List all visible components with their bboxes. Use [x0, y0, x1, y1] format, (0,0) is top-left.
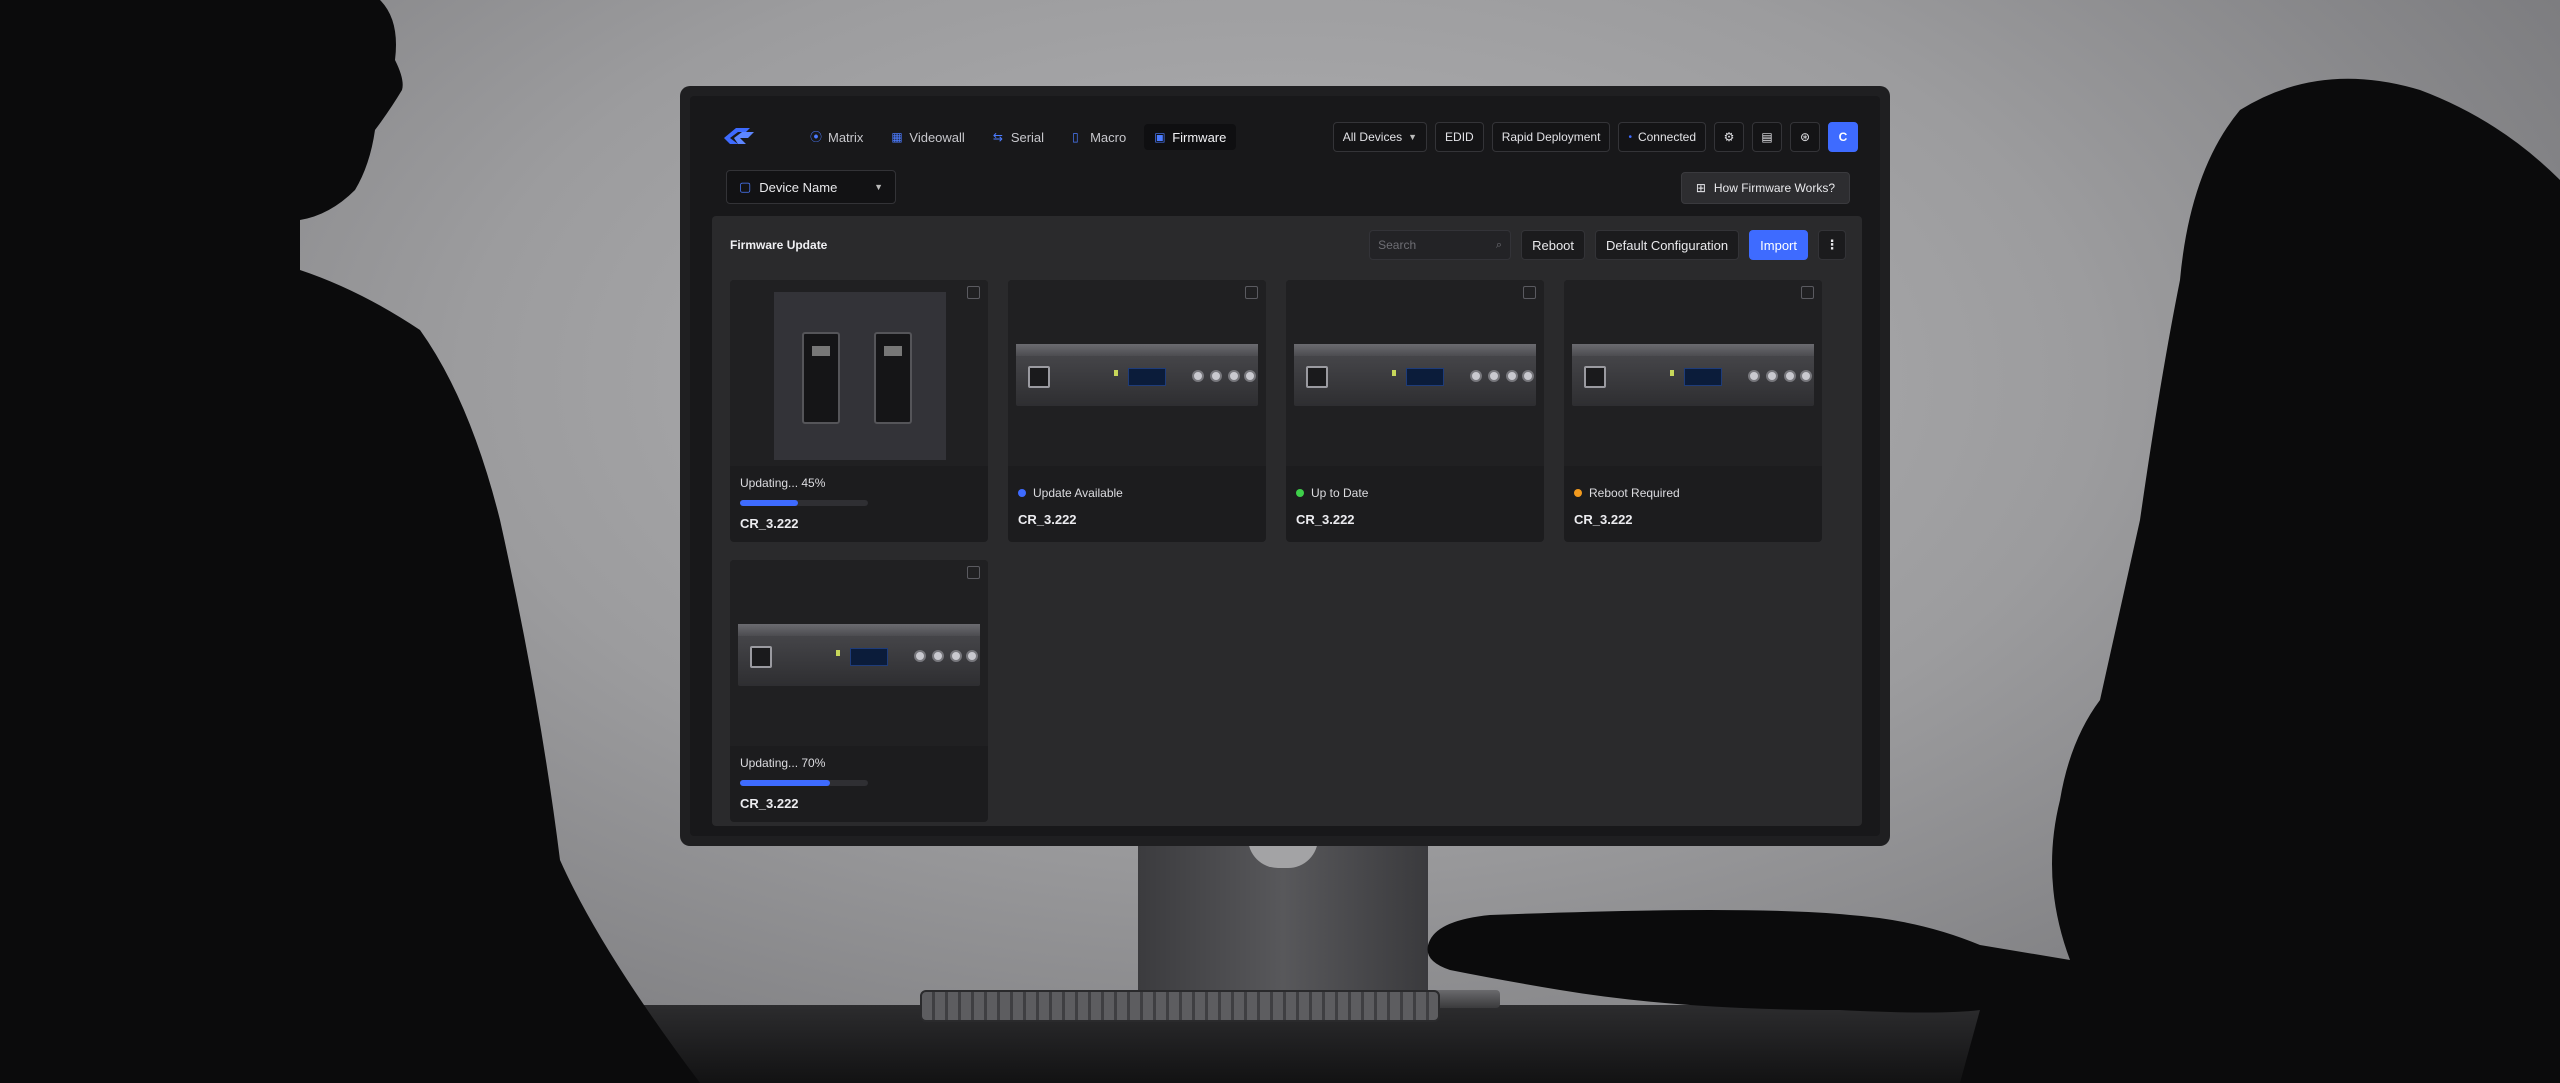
tab-label: Serial: [1010, 129, 1045, 145]
tab-macro[interactable]: ▯ Macro: [1062, 124, 1136, 150]
progress-bar: [740, 500, 868, 506]
photo-scene: ⦿ Matrix ▦ Videowall ⇆ Serial ▯ Macro ▣ …: [0, 0, 2560, 1083]
person-silhouette-right: [1427, 78, 2560, 1083]
all-devices-label: All Devices: [1342, 130, 1403, 144]
select-checkbox[interactable]: [967, 286, 980, 299]
firmware-version: CR_3.222: [740, 516, 799, 531]
tab-label: Macro: [1090, 129, 1127, 145]
status-text: Updating... 70%: [740, 756, 826, 770]
firmware-icon: ▣: [1154, 130, 1166, 144]
tab-videowall[interactable]: ▦ Videowall: [881, 124, 974, 150]
document-icon: ▯: [1072, 130, 1079, 144]
status-label: Updating... 70%: [740, 756, 825, 770]
select-checkbox[interactable]: [967, 566, 980, 579]
device-card[interactable]: Updating... 70% CR_3.222: [730, 560, 988, 822]
wall-module: [874, 332, 912, 424]
firmware-version: CR_3.222: [1018, 512, 1077, 527]
wall-module: [802, 332, 840, 424]
tab-label: Firmware: [1172, 129, 1227, 145]
firmware-version: CR_3.222: [740, 796, 799, 811]
status-dot-icon: [1018, 489, 1026, 497]
chevron-down-icon: ▼: [1408, 132, 1418, 142]
status-text: Up to Date: [1311, 486, 1369, 500]
main-tabs: ⦿ Matrix ▦ Videowall ⇆ Serial ▯ Macro ▣ …: [800, 124, 1237, 150]
serial-icon: ⇆: [992, 130, 1003, 144]
device-card[interactable]: Updating... 45% CR_3.222: [730, 280, 988, 542]
rack-unit-illustration: [738, 624, 980, 686]
device-card[interactable]: Update Available CR_3.222: [1008, 280, 1266, 542]
select-checkbox[interactable]: [1245, 286, 1258, 299]
tab-firmware[interactable]: ▣ Firmware: [1144, 124, 1237, 150]
rack-unit-illustration: [1016, 344, 1258, 406]
keyboard: [920, 990, 1440, 1022]
device-image-rack-unit: [730, 560, 988, 746]
status-label: Up to Date: [1296, 486, 1368, 500]
firmware-version: CR_3.222: [1296, 512, 1355, 527]
all-devices-dropdown[interactable]: All Devices ▼: [1332, 122, 1428, 152]
device-image-rack-unit: [1008, 280, 1266, 466]
device-select-label: Device Name: [759, 179, 838, 195]
device-icon: ▢: [739, 179, 752, 194]
status-text: Updating... 45%: [740, 476, 826, 490]
progress-fill: [740, 500, 798, 506]
status-label: Update Available: [1018, 486, 1123, 500]
search-placeholder: Search: [1378, 238, 1417, 252]
tab-matrix[interactable]: ⦿ Matrix: [800, 124, 873, 150]
progress-fill: [740, 780, 830, 786]
wall-plate-illustration: [774, 292, 946, 460]
device-name-select[interactable]: ▢ Device Name ▼: [726, 170, 896, 204]
status-label: Updating... 45%: [740, 476, 825, 490]
progress-bar: [740, 780, 868, 786]
tab-serial[interactable]: ⇆ Serial: [983, 124, 1054, 150]
panel-title: Firmware Update: [730, 238, 828, 252]
tab-label: Videowall: [909, 129, 965, 145]
chevron-down-icon: ▼: [874, 182, 883, 192]
matrix-icon: ⦿: [810, 130, 823, 144]
grid-icon: ▦: [891, 130, 903, 144]
status-text: Update Available: [1033, 486, 1123, 500]
brand-logo-icon[interactable]: [720, 124, 758, 148]
status-dot-icon: [1296, 489, 1304, 497]
tab-label: Matrix: [828, 129, 864, 145]
device-image-wall-plate: [730, 280, 988, 466]
person-silhouette-left: [0, 0, 700, 1083]
